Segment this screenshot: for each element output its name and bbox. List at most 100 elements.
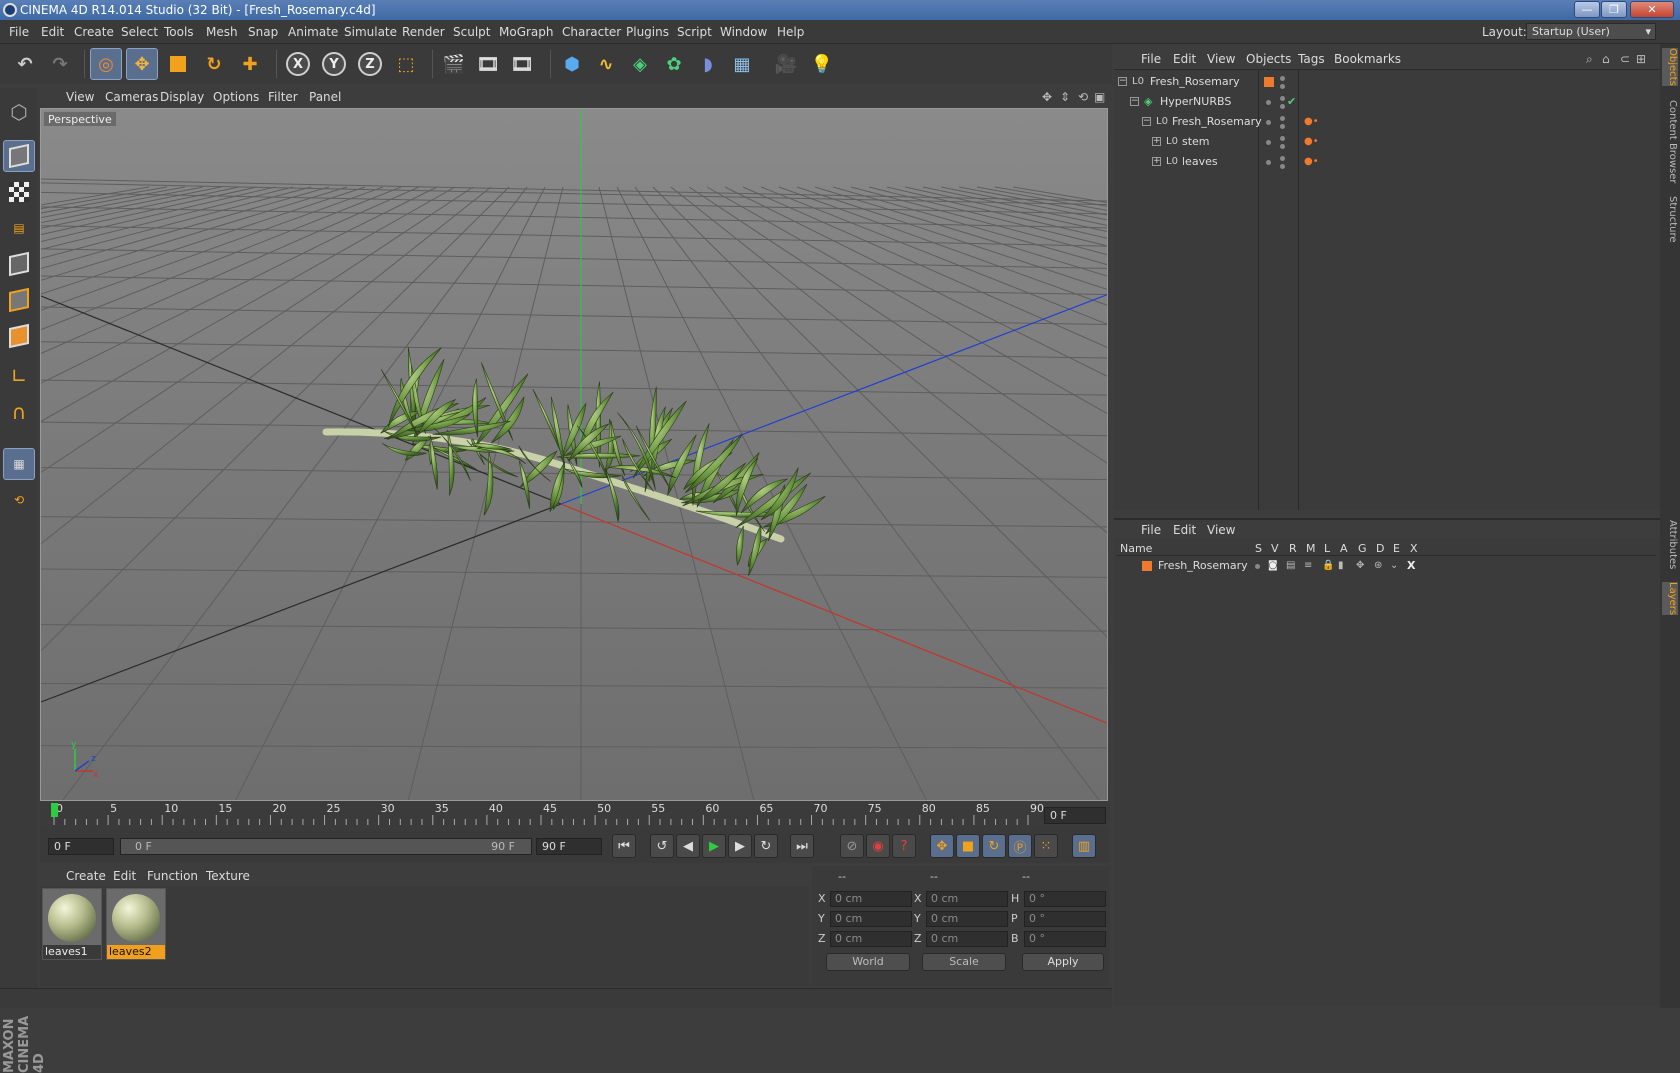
coordinate-mode-select[interactable]: World bbox=[826, 953, 910, 971]
size-x-field[interactable]: 0 cm bbox=[926, 891, 1008, 907]
x-axis-lock-button[interactable]: X bbox=[282, 48, 314, 80]
home-icon[interactable]: ⌂ bbox=[1602, 52, 1610, 66]
enable-dot[interactable] bbox=[1266, 160, 1271, 165]
snap-button[interactable]: ∩ bbox=[3, 396, 35, 428]
minimize-button[interactable]: — bbox=[1574, 1, 1600, 18]
texture-tag-icon[interactable]: ●• bbox=[1304, 112, 1319, 132]
column-locked[interactable]: L bbox=[1324, 542, 1330, 555]
tree-row[interactable]: − L0 Fresh_Rosemary bbox=[1114, 72, 1660, 92]
key-pla-button[interactable]: ⁙ bbox=[1034, 834, 1058, 858]
column-view[interactable]: V bbox=[1271, 542, 1279, 555]
manager-icon[interactable]: ≡ bbox=[1304, 556, 1312, 576]
tree-row[interactable]: − L0 Fresh_Rosemary ●• bbox=[1114, 112, 1660, 132]
add-light-button[interactable]: 💡 bbox=[806, 48, 838, 80]
rotation-h-field[interactable]: 0 ° bbox=[1024, 891, 1106, 907]
size-mode-select[interactable]: Scale bbox=[922, 953, 1006, 971]
autokeying-button[interactable]: ◉ bbox=[866, 834, 890, 858]
editor-visibility-dot[interactable] bbox=[1280, 136, 1285, 141]
next-key-button[interactable]: ↻ bbox=[754, 834, 778, 858]
render-settings-button[interactable]: 🎞 bbox=[506, 48, 538, 80]
rotation-b-field[interactable]: 0 ° bbox=[1024, 931, 1106, 947]
frame-range-slider[interactable]: 0 F 90 F bbox=[120, 838, 532, 855]
menu-window[interactable]: Window bbox=[720, 25, 767, 39]
size-y-field[interactable]: 0 cm bbox=[926, 911, 1008, 927]
enable-dot[interactable] bbox=[1266, 120, 1271, 125]
perspective-viewport[interactable]: Perspective y z x bbox=[40, 108, 1108, 801]
axis-mode-button[interactable]: ∟ bbox=[3, 360, 35, 392]
material-menu-function[interactable]: Function bbox=[147, 869, 198, 883]
render-visibility-dot[interactable] bbox=[1280, 84, 1285, 89]
material-swatch-leaves2[interactable]: leaves2 bbox=[106, 888, 166, 960]
keyframe-selection-button[interactable]: ? bbox=[892, 834, 916, 858]
layer-color-swatch[interactable] bbox=[1142, 561, 1152, 571]
scale-tool-button[interactable] bbox=[162, 48, 194, 80]
objects-menu-bookmarks[interactable]: Bookmarks bbox=[1334, 52, 1401, 66]
tree-row[interactable]: + L0 leaves ●• bbox=[1114, 152, 1660, 172]
add-scene-button[interactable]: ▦ bbox=[726, 48, 758, 80]
objects-menu-objects[interactable]: Objects bbox=[1246, 52, 1291, 66]
position-x-field[interactable]: 0 cm bbox=[830, 891, 912, 907]
timeline-ruler[interactable]: 0 5 10 15 20 25 30 35 40 45 50 55 60 65 70 75 80 85 90 0 F bbox=[40, 801, 1110, 829]
viewport-rotate-icon[interactable]: ⟲ bbox=[1078, 90, 1088, 104]
menu-simulate[interactable]: Simulate bbox=[344, 25, 397, 39]
editor-visibility-dot[interactable] bbox=[1280, 76, 1285, 81]
tree-row[interactable]: + L0 stem ●• bbox=[1114, 132, 1660, 152]
xref-icon[interactable]: X bbox=[1407, 556, 1415, 576]
link-icon[interactable]: ⊂ bbox=[1620, 52, 1630, 66]
checkmark-icon[interactable]: ✔ bbox=[1287, 92, 1296, 112]
move-tool-button[interactable]: ✥ bbox=[126, 48, 158, 80]
coordinate-system-button[interactable]: ⬚ bbox=[390, 48, 422, 80]
new-window-icon[interactable]: ⊞ bbox=[1636, 52, 1646, 66]
add-spline-button[interactable]: ∿ bbox=[590, 48, 622, 80]
previous-key-button[interactable]: ↺ bbox=[650, 834, 674, 858]
column-manager[interactable]: M bbox=[1306, 542, 1316, 555]
viewport-move-icon[interactable]: ✥ bbox=[1042, 90, 1052, 104]
add-array-button[interactable]: ✿ bbox=[658, 48, 690, 80]
restore-button[interactable]: ❐ bbox=[1601, 1, 1627, 18]
size-z-field[interactable]: 0 cm bbox=[926, 931, 1008, 947]
material-menu-edit[interactable]: Edit bbox=[113, 869, 136, 883]
make-editable-button[interactable]: ⬡ bbox=[3, 96, 35, 128]
y-axis-lock-button[interactable]: Y bbox=[318, 48, 350, 80]
add-nurbs-button[interactable]: ◈ bbox=[624, 48, 656, 80]
polygons-mode-button[interactable] bbox=[3, 320, 35, 352]
layers-menu-view[interactable]: View bbox=[1207, 523, 1235, 537]
deformer-icon[interactable]: ⊛ bbox=[1374, 556, 1382, 576]
objects-menu-tags[interactable]: Tags bbox=[1298, 52, 1325, 66]
position-z-field[interactable]: 0 cm bbox=[830, 931, 912, 947]
current-frame-field[interactable]: 0 F bbox=[1044, 807, 1106, 824]
texture-tag-icon[interactable]: ●• bbox=[1304, 152, 1319, 172]
viewport-zoom-icon[interactable]: ⇕ bbox=[1060, 90, 1070, 104]
menu-file[interactable]: File bbox=[9, 25, 29, 39]
apply-button[interactable]: Apply bbox=[1022, 953, 1104, 971]
column-expressions[interactable]: E bbox=[1393, 542, 1400, 555]
render-view-button[interactable]: 🎬 bbox=[438, 48, 470, 80]
points-mode-button[interactable] bbox=[3, 248, 35, 280]
menu-snap[interactable]: Snap bbox=[248, 25, 278, 39]
menu-sculpt[interactable]: Sculpt bbox=[453, 25, 490, 39]
material-menu-texture[interactable]: Texture bbox=[206, 869, 250, 883]
texture-tag-icon[interactable]: ●• bbox=[1304, 132, 1319, 152]
menu-select[interactable]: Select bbox=[121, 25, 158, 39]
record-keys-button[interactable]: ⊘ bbox=[840, 834, 864, 858]
solo-button[interactable]: ⟲ bbox=[3, 484, 35, 516]
collapse-toggle[interactable]: − bbox=[1130, 97, 1139, 106]
menu-help[interactable]: Help bbox=[777, 25, 804, 39]
viewport-menu-cameras[interactable]: Cameras bbox=[105, 90, 158, 104]
key-rotation-button[interactable]: ↻ bbox=[982, 834, 1006, 858]
close-button[interactable]: ✕ bbox=[1630, 1, 1674, 18]
objects-menu-file[interactable]: File bbox=[1141, 52, 1161, 66]
viewport-menu-display[interactable]: Display bbox=[160, 90, 204, 104]
editor-visibility-dot[interactable] bbox=[1280, 116, 1285, 121]
z-axis-lock-button[interactable]: Z bbox=[354, 48, 386, 80]
undo-button[interactable]: ↶ bbox=[9, 48, 41, 80]
viewport-menu-options[interactable]: Options bbox=[213, 90, 259, 104]
add-cube-button[interactable]: ⬢ bbox=[556, 48, 588, 80]
render-visibility-dot[interactable] bbox=[1280, 144, 1285, 149]
previous-frame-button[interactable]: ◀ bbox=[676, 834, 700, 858]
render-visibility-dot[interactable] bbox=[1280, 104, 1285, 109]
column-deformers[interactable]: D bbox=[1376, 542, 1384, 555]
expand-toggle[interactable]: + bbox=[1152, 137, 1161, 146]
visibility-eye-icon[interactable]: ◙ bbox=[1268, 556, 1278, 576]
column-xref[interactable]: X bbox=[1410, 542, 1418, 555]
